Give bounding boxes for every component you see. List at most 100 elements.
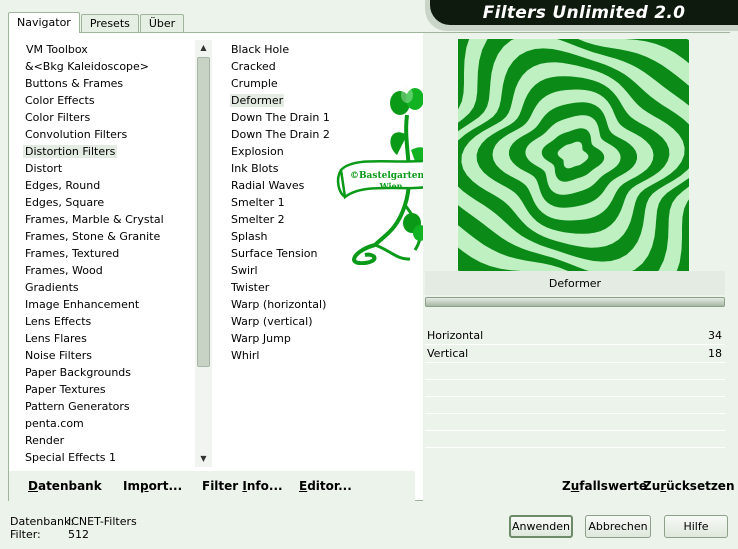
category-item-label: Gradients <box>25 281 79 294</box>
category-item-label: Convolution Filters <box>25 128 128 141</box>
category-item[interactable]: penta.com <box>23 415 203 432</box>
filter-item[interactable]: Explosion <box>230 143 330 160</box>
filter-item[interactable]: Surface Tension <box>230 245 330 262</box>
editor-button[interactable]: Editor... <box>299 479 352 493</box>
category-item[interactable]: &<Bkg Kaleidoscope> <box>23 58 203 75</box>
category-item[interactable]: Buttons & Frames <box>23 75 203 92</box>
filter-item[interactable]: Smelter 2 <box>230 211 330 228</box>
filter-item-label: Warp Jump <box>231 332 291 345</box>
category-item[interactable]: Frames, Textured <box>23 245 203 262</box>
filter-item[interactable]: Whirl <box>230 347 330 364</box>
category-item[interactable]: Distortion Filters <box>23 143 203 160</box>
parameter-slider[interactable] <box>425 297 725 307</box>
scroll-down-arrow-icon[interactable]: ▼ <box>195 451 212 467</box>
category-item-label: Render <box>25 434 65 447</box>
category-item[interactable]: VM Toolbox <box>23 41 203 58</box>
category-item-label: Lens Flares <box>25 332 87 345</box>
tab-presets[interactable]: Presets <box>80 14 139 33</box>
tab-navigator[interactable]: Navigator <box>8 12 80 33</box>
filter-item-label: Surface Tension <box>231 247 318 260</box>
filter-item[interactable]: Smelter 1 <box>230 194 330 211</box>
preview-area: Deformer Horizontal 34 Vertical 18 <box>423 33 730 501</box>
logo-text-line2: Wien <box>379 181 403 191</box>
category-scrollbar[interactable]: ▲ ▼ <box>195 40 212 467</box>
category-item-label: VM Toolbox <box>26 43 88 56</box>
filter-item[interactable]: Twister <box>230 279 330 296</box>
title-banner: Filters Unlimited 2.0 <box>430 0 738 25</box>
filter-item-label: Cracked <box>231 60 276 73</box>
filter-item-label: Crumple <box>231 77 278 90</box>
cancel-button[interactable]: Abbrechen <box>585 515 651 538</box>
category-item[interactable]: Frames, Wood <box>23 262 203 279</box>
category-item-label: Image Enhancement <box>25 298 140 311</box>
filter-item[interactable]: Cracked <box>230 58 330 75</box>
category-item[interactable]: Lens Flares <box>23 330 203 347</box>
preview-toolbar: Zufallswerte Zurücksetzen <box>423 471 735 501</box>
parameter-label: Horizontal <box>427 329 484 342</box>
category-item-label: Special Effects 1 <box>25 451 117 464</box>
category-item[interactable]: Noise Filters <box>23 347 203 364</box>
filter-item-label: Twister <box>231 281 270 294</box>
category-list: VM Toolbox &<Bkg Kaleidoscope> Buttons & F… <box>23 41 203 466</box>
category-item[interactable]: Distort <box>23 160 203 177</box>
filter-item-label: Warp (horizontal) <box>231 298 327 311</box>
parameter-row[interactable]: Vertical 18 <box>425 345 725 363</box>
zufallswerte-button[interactable]: Zufallswerte <box>562 479 647 493</box>
category-item[interactable]: Edges, Square <box>23 194 203 211</box>
category-item-label: Distortion Filters <box>23 145 118 158</box>
scroll-thumb[interactable] <box>197 57 210 367</box>
filter-item[interactable]: Crumple <box>230 75 330 92</box>
filter-item-label: Deformer <box>230 94 285 107</box>
scroll-up-arrow-icon[interactable]: ▲ <box>195 40 212 56</box>
category-item[interactable]: Paper Textures <box>23 381 203 398</box>
category-item[interactable]: Special Effects 1 <box>23 449 203 466</box>
app-title: Filters Unlimited 2.0 <box>482 2 686 23</box>
category-item[interactable]: Paper Backgrounds <box>23 364 203 381</box>
category-item[interactable]: Frames, Stone & Granite <box>23 228 203 245</box>
filter-item[interactable]: Radial Waves <box>230 177 330 194</box>
filter-count-label: Filter: <box>10 528 41 541</box>
filter-item[interactable]: Warp Jump <box>230 330 330 347</box>
parameter-row-empty <box>425 414 725 431</box>
category-item[interactable]: Lens Effects <box>23 313 203 330</box>
filter-item[interactable]: Down The Drain 2 <box>230 126 330 143</box>
category-item[interactable]: Gradients <box>23 279 203 296</box>
datenbank-button[interactable]: Datenbank <box>28 479 102 493</box>
category-item[interactable]: Frames, Marble & Crystal <box>23 211 203 228</box>
filter-item[interactable]: Down The Drain 1 <box>230 109 330 126</box>
database-label: Datenbank: <box>10 515 75 528</box>
parameter-list: Horizontal 34 Vertical 18 <box>425 327 725 448</box>
filter-item[interactable]: Ink Blots <box>230 160 330 177</box>
parameter-row-empty <box>425 431 725 448</box>
filter-item-label: Explosion <box>231 145 284 158</box>
preview-filter-name: Deformer <box>425 271 725 295</box>
category-item[interactable]: Edges, Round <box>23 177 203 194</box>
filter-item-label: Ink Blots <box>231 162 279 175</box>
tab-uber[interactable]: Über <box>139 14 185 33</box>
parameter-row[interactable]: Horizontal 34 <box>425 327 725 345</box>
filter-info-button[interactable]: Filter Info... <box>202 479 283 493</box>
filter-count-value: 512 <box>68 528 89 541</box>
category-item-label: Noise Filters <box>25 349 92 362</box>
apply-button[interactable]: Anwenden <box>509 515 573 538</box>
category-item[interactable]: Color Filters <box>23 109 203 126</box>
category-item[interactable]: Render <box>23 432 203 449</box>
import-button[interactable]: Import... <box>123 479 182 493</box>
filter-item[interactable]: Swirl <box>230 262 330 279</box>
filter-item-label: Smelter 1 <box>231 196 285 209</box>
filter-item[interactable]: Black Hole <box>230 41 330 58</box>
category-item[interactable]: Pattern Generators <box>23 398 203 415</box>
category-item[interactable]: Color Effects <box>23 92 203 109</box>
database-value: ICNET-Filters <box>68 515 137 528</box>
filter-item[interactable]: Warp (horizontal) <box>230 296 330 313</box>
category-item[interactable]: Convolution Filters <box>23 126 203 143</box>
filter-item[interactable]: Warp (vertical) <box>230 313 330 330</box>
category-item-label: Frames, Textured <box>25 247 120 260</box>
help-button[interactable]: Hilfe <box>664 515 728 538</box>
filter-preview-image <box>458 39 689 271</box>
zuruecksetzen-button[interactable]: Zurücksetzen <box>643 479 735 493</box>
filter-item[interactable]: Deformer <box>230 92 330 109</box>
filter-item[interactable]: Splash <box>230 228 330 245</box>
category-item[interactable]: Image Enhancement <box>23 296 203 313</box>
category-item-label: Pattern Generators <box>25 400 130 413</box>
